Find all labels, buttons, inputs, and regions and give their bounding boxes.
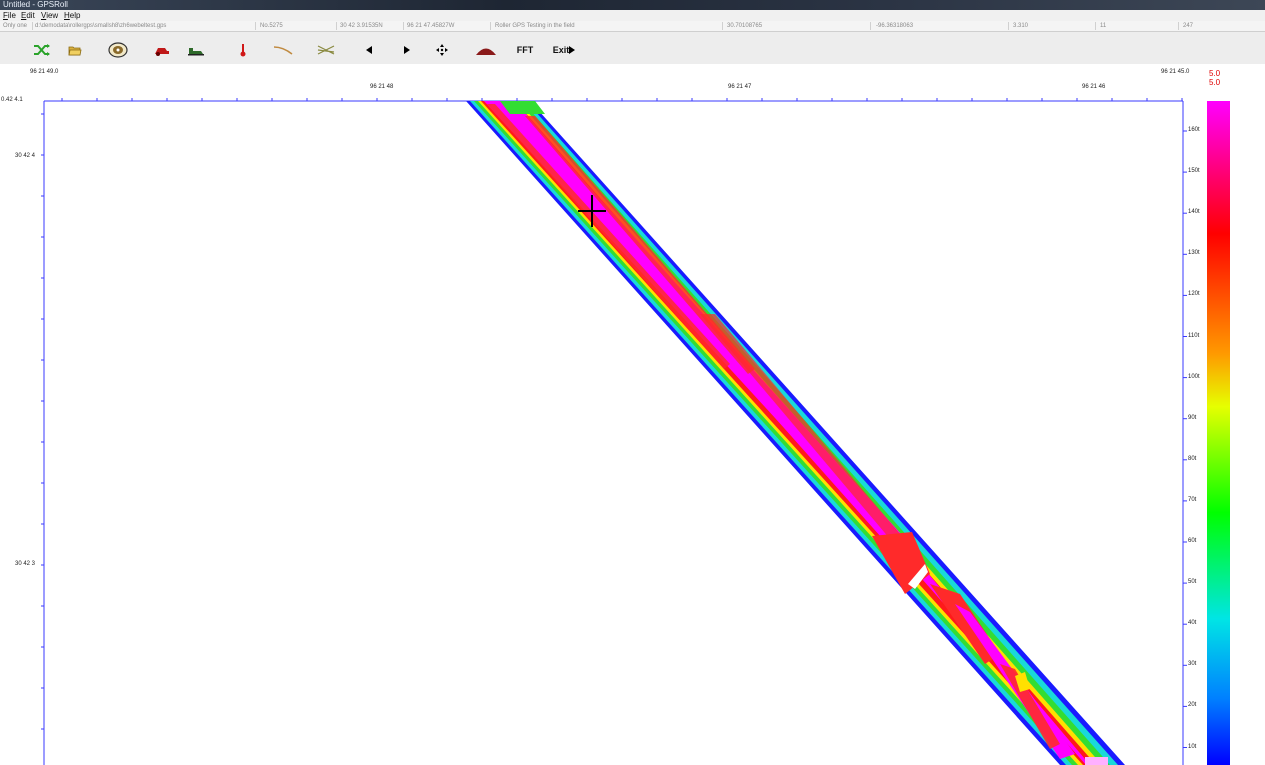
top-label-0: 96 21 49.0 [30, 69, 59, 75]
mode-label: Only one [3, 23, 28, 29]
colorbar-max-top: 5.0 [1209, 69, 1221, 78]
left-arrow-icon[interactable] [362, 42, 376, 58]
colorbar-label: 70t [1188, 496, 1197, 503]
shuffle-icon[interactable] [32, 42, 52, 58]
left-label-1: 30 42 4 [15, 153, 36, 159]
description: Roller GPS Testing in the field [495, 23, 575, 29]
compaction-strip [466, 101, 1125, 765]
open-folder-icon[interactable] [66, 42, 84, 58]
top-label-2: 96 21 47 [728, 84, 752, 90]
colorbar-label: 60t [1188, 538, 1197, 544]
menu-help[interactable]: Help [64, 10, 80, 21]
move-icon[interactable] [434, 42, 450, 58]
value-one: 3.310 [1013, 23, 1029, 29]
exit-arrow-icon [569, 46, 576, 54]
record-number: No.5275 [260, 23, 283, 29]
latitude-dms: 30 42 3.91535N [340, 23, 383, 29]
roller-map-plot[interactable] [0, 64, 1265, 765]
colorbar-label: 150t [1188, 168, 1200, 175]
top-label-3: 96 21 46 [1082, 84, 1106, 90]
colorbar-label: 30t [1188, 661, 1197, 668]
top-label-1: 96 21 48 [370, 84, 394, 90]
longitude-decimal: -96.36318063 [876, 23, 914, 29]
mound-icon[interactable] [474, 42, 498, 58]
title-bar: Untitled - GPSRoll [0, 0, 1265, 10]
colorbar-label: 120t [1188, 291, 1200, 298]
file-path: d:\demodata\rollergps\smallsh8\zh6webelt… [35, 23, 167, 29]
colorbar-label: 110t [1188, 332, 1200, 339]
colorbar-label: 50t [1188, 579, 1197, 586]
window-title: Untitled - GPSRoll [3, 0, 68, 9]
exit-button[interactable]: Exit [549, 42, 579, 58]
value-two: 11 [1100, 23, 1107, 29]
disc-icon[interactable] [107, 42, 129, 58]
exit-label: Exit [552, 45, 570, 55]
right-arrow-icon[interactable] [400, 42, 414, 58]
colorbar-label: 90t [1188, 414, 1197, 421]
colorbar-label: 80t [1188, 455, 1197, 462]
colorbar-label: 130t [1188, 250, 1200, 257]
fft-button[interactable]: FFT [514, 42, 536, 58]
top-label-4: 96 21 45.0 [1161, 69, 1190, 75]
left-label-2: 30 42 3 [15, 561, 36, 567]
status-row: Only one d:\demodata\rollergps\smallsh8\… [0, 21, 1265, 32]
colorbar-label: 140t [1188, 209, 1200, 216]
crossing-lines-icon[interactable] [316, 42, 336, 58]
value-three: 247 [1183, 23, 1194, 29]
colorbar [1207, 101, 1230, 765]
menu-bar: File Edit View Help [0, 10, 1265, 21]
menu-view[interactable]: View [41, 10, 58, 21]
colorbar-max-bottom: 5.0 [1209, 78, 1221, 87]
curve-icon[interactable] [272, 42, 294, 58]
roller-red-icon[interactable] [152, 42, 172, 58]
colorbar-label: 160t [1188, 127, 1200, 133]
colorbar-label: 20t [1188, 702, 1197, 709]
colorbar-label: 10t [1188, 743, 1197, 750]
menu-edit[interactable]: Edit [21, 10, 35, 21]
thermometer-icon[interactable] [236, 42, 250, 58]
longitude-dms: 96 21 47.45827W [407, 23, 455, 29]
colorbar-label: 40t [1188, 620, 1197, 627]
latitude-decimal: 30.70108765 [727, 23, 763, 29]
menu-file[interactable]: File [3, 10, 16, 21]
roller-green-icon[interactable] [186, 42, 206, 58]
colorbar-label: 100t [1188, 373, 1200, 380]
left-label-0: 0.42 4.1 [1, 97, 23, 103]
